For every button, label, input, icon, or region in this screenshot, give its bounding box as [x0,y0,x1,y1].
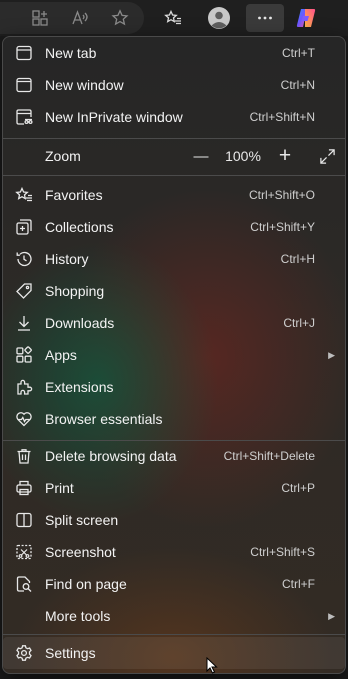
shopping-tag-icon [15,282,33,300]
copilot-icon[interactable] [290,4,322,32]
menu-item-new-tab[interactable]: New tab Ctrl+T [3,37,345,69]
menu-item-label: More tools [45,608,111,624]
menu-item-label: Shopping [45,283,105,299]
zoom-row: Zoom — 100% + [3,140,345,172]
menu-item-label: Screenshot [45,544,116,560]
menu-item-settings[interactable]: Settings [3,637,345,669]
extensions-icon [15,378,33,396]
menu-item-more-tools[interactable]: More tools ▶ [3,600,345,632]
menu-item-delete-browsing-data[interactable]: Delete browsing data Ctrl+Shift+Delete [3,440,345,472]
menu-item-favorites[interactable]: Favorites Ctrl+Shift+O [3,179,345,211]
menu-item-shortcut: Ctrl+P [281,481,315,495]
menu-item-collections[interactable]: Collections Ctrl+Shift+Y [3,211,345,243]
menu-item-shortcut: Ctrl+Shift+S [250,545,315,559]
new-window-icon [15,76,33,94]
inprivate-icon [15,108,33,126]
downloads-icon [15,314,33,332]
menu-item-shortcut: Ctrl+J [283,316,315,330]
menu-item-split-screen[interactable]: Split screen [3,504,345,536]
menu-item-history[interactable]: History Ctrl+H [3,243,345,275]
menu-item-label: New tab [45,45,97,61]
zoom-label: Zoom [45,148,81,164]
menu-item-label: Delete browsing data [45,448,177,464]
menu-item-shortcut: Ctrl+N [280,78,315,92]
find-icon [15,575,33,593]
menu-item-shortcut: Ctrl+Shift+O [248,188,315,202]
menu-item-label: Extensions [45,379,114,395]
zoom-out-button[interactable]: — [189,140,213,172]
menu-item-label: Collections [45,219,114,235]
trash-icon [15,447,33,465]
submenu-arrow-icon: ▶ [328,349,335,360]
fullscreen-icon[interactable] [317,140,337,172]
menu-item-label: Split screen [45,512,119,528]
add-to-app-icon[interactable] [24,4,56,32]
menu-item-extensions[interactable]: Extensions [3,371,345,403]
menu-item-label: Browser essentials [45,411,163,427]
menu-item-shortcut: Ctrl+H [280,252,315,266]
menu-item-find-on-page[interactable]: Find on page Ctrl+F [3,568,345,600]
zoom-in-button[interactable]: + [273,140,297,172]
menu-item-label: Find on page [45,576,127,592]
menu-divider [3,138,345,139]
menu-item-print[interactable]: Print Ctrl+P [3,472,345,504]
menu-item-label: New InPrivate window [45,109,183,125]
menu-divider [3,175,345,176]
zoom-level-value: 100% [225,148,261,164]
menu-item-label: Print [45,480,74,496]
more-options-icon[interactable] [246,4,284,32]
menu-item-shortcut: Ctrl+F [282,577,315,591]
menu-item-shortcut: Ctrl+Shift+Delete [223,449,315,463]
menu-item-screenshot[interactable]: Screenshot Ctrl+Shift+S [3,536,345,568]
menu-item-new-window[interactable]: New window Ctrl+N [3,69,345,101]
apps-icon [15,346,33,364]
profile-avatar-icon[interactable] [203,4,235,32]
settings-gear-icon [15,644,33,662]
menu-item-label: Downloads [45,315,115,331]
menu-item-label: Apps [45,347,77,363]
menu-item-shortcut: Ctrl+Shift+Y [250,220,315,234]
browser-toolbar [0,0,348,36]
favorites-icon [15,186,33,204]
collections-icon [15,218,33,236]
submenu-arrow-icon: ▶ [328,610,335,621]
menu-item-label: New window [45,77,124,93]
menu-item-shortcut: Ctrl+T [282,46,315,60]
screenshot-icon [15,543,33,561]
menu-item-new-inprivate-window[interactable]: New InPrivate window Ctrl+Shift+N [3,101,345,133]
menu-item-label: Settings [45,645,96,661]
split-screen-icon [15,511,33,529]
print-icon [15,479,33,497]
mouse-cursor-icon [206,656,218,679]
favorites-bar-icon[interactable] [157,4,189,32]
history-icon [15,250,33,268]
menu-divider [3,634,345,635]
more-options-menu: New tab Ctrl+T New window Ctrl+N New InP… [2,36,346,674]
menu-item-shopping[interactable]: Shopping [3,275,345,307]
menu-item-apps[interactable]: Apps ▶ [3,339,345,371]
menu-item-label: History [45,251,89,267]
new-tab-icon [15,44,33,62]
add-favorite-icon[interactable] [104,4,136,32]
menu-item-shortcut: Ctrl+Shift+N [249,110,315,124]
menu-item-downloads[interactable]: Downloads Ctrl+J [3,307,345,339]
menu-item-label: Favorites [45,187,103,203]
menu-item-browser-essentials[interactable]: Browser essentials [3,403,345,435]
read-aloud-icon[interactable] [64,4,96,32]
browser-essentials-icon [15,410,33,428]
